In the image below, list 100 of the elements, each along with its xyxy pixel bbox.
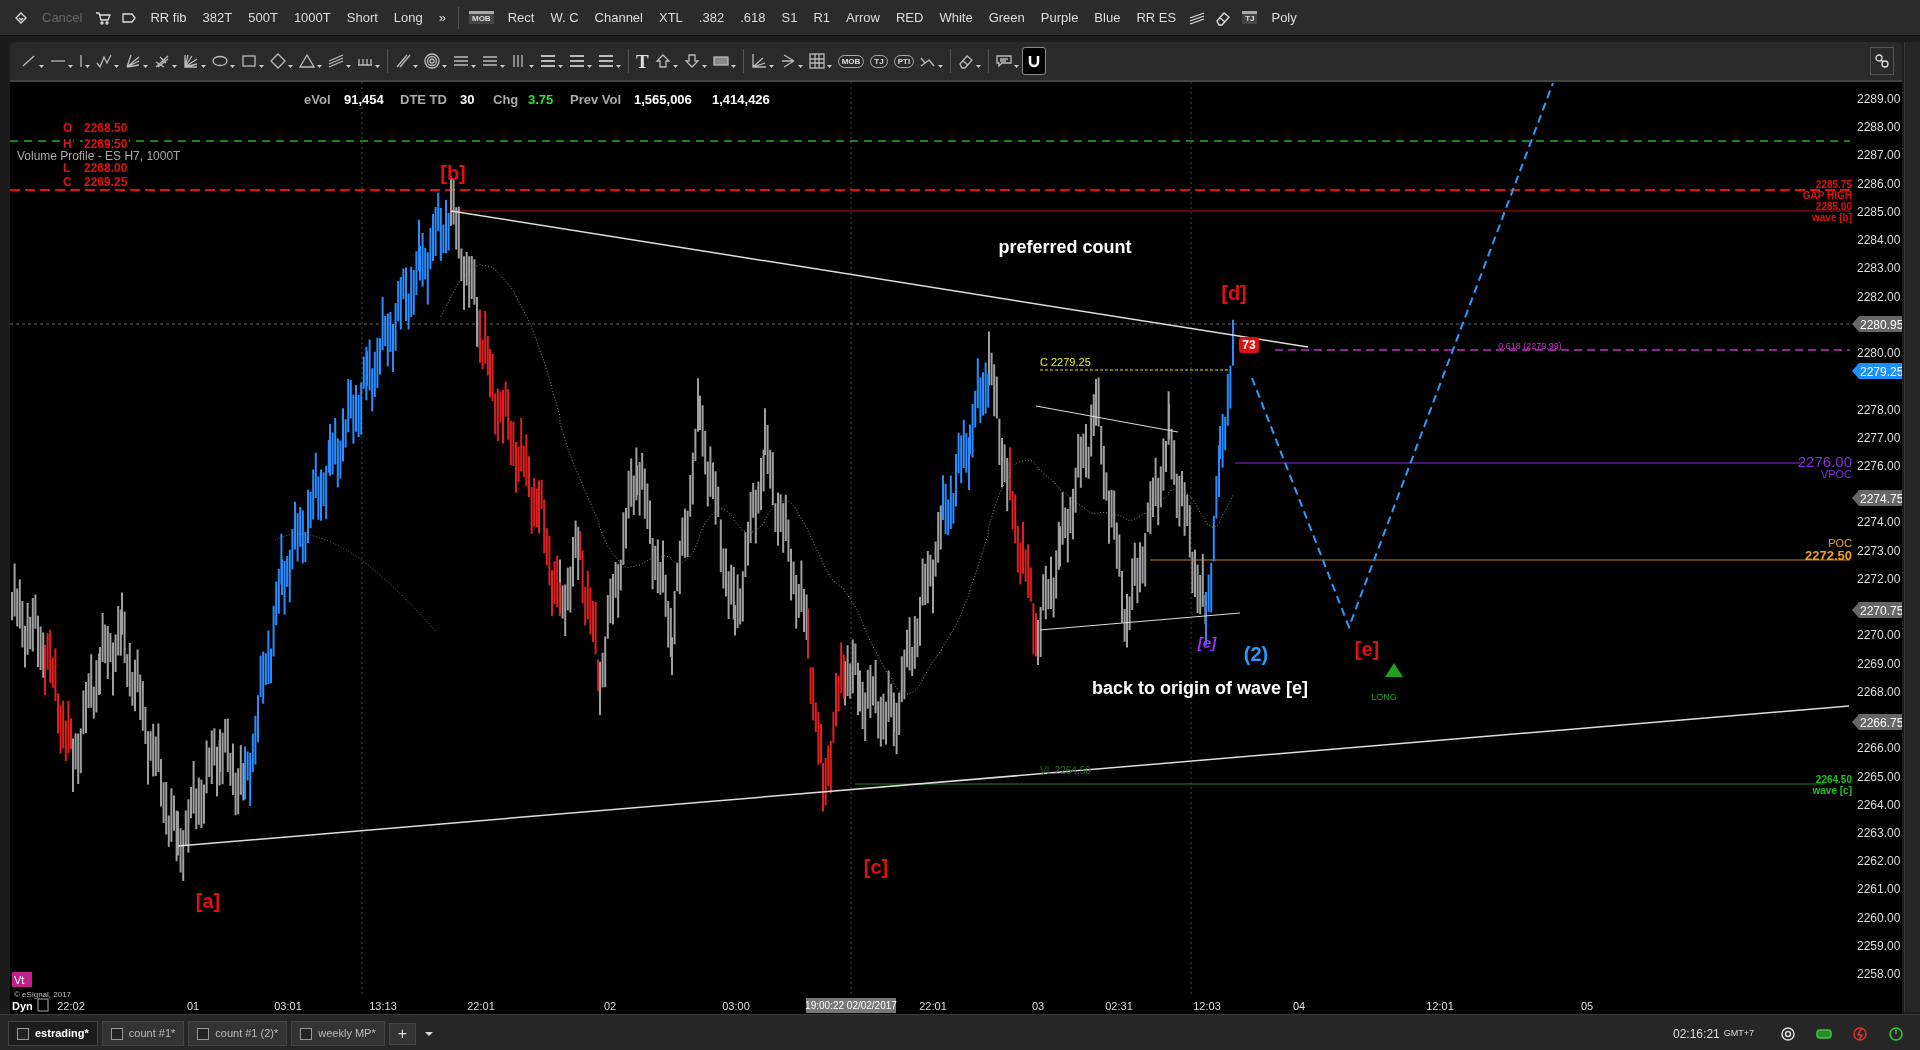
tab-checkbox[interactable]: [17, 1027, 29, 1040]
axis-label: 2258.00: [1857, 967, 1901, 982]
axis-label: 2282.00: [1857, 289, 1901, 304]
magnet-tool-button[interactable]: [1022, 47, 1047, 75]
triangle-marker: [1385, 663, 1403, 677]
chart-tab[interactable]: estrading*: [8, 1021, 98, 1046]
caret-icon: [1014, 65, 1020, 68]
toolbar-button[interactable]: Short: [338, 5, 386, 30]
level-label: wave [b]: [1812, 212, 1852, 223]
chart-tab[interactable]: count #1*: [101, 1021, 185, 1046]
info-text: 1,414,426: [712, 92, 770, 107]
chart-label: [c]: [863, 856, 889, 878]
cart-icon: [95, 9, 112, 26]
chain-button[interactable]: [1870, 47, 1894, 75]
chart-label: [e]: [1354, 638, 1380, 660]
caret-icon: [672, 65, 678, 68]
toolbar-button[interactable]: Arrow: [838, 5, 888, 30]
toolbar-button[interactable]: S1: [773, 5, 806, 30]
info-text: eVol: [304, 92, 331, 107]
caret-icon: [976, 65, 982, 68]
caret-icon: [797, 65, 803, 68]
axis-label: 2270.00: [1857, 628, 1901, 643]
axis-label: 2277.00: [1857, 430, 1901, 445]
toolbar-button[interactable]: Long: [385, 5, 431, 30]
toolbar-button[interactable]: Rect: [499, 5, 543, 30]
level-label: 2285.00: [1815, 201, 1852, 212]
axis-label: 12:01: [1426, 1000, 1454, 1012]
caret-icon: [442, 65, 447, 68]
axis-label: 22:02: [57, 1000, 85, 1012]
level-label: POC: [1828, 537, 1852, 549]
toolbar-button[interactable]: .618: [732, 5, 774, 30]
price-tag: 2274.75: [1852, 490, 1902, 506]
tab-checkbox[interactable]: [300, 1027, 313, 1040]
ohlc-label: L: [63, 161, 71, 175]
toolbar-button[interactable]: Purple: [1032, 5, 1087, 30]
tab-checkbox[interactable]: [110, 1027, 123, 1040]
chart-tab[interactable]: weekly MP*: [291, 1021, 385, 1046]
axis-label: 22:01: [467, 1000, 495, 1012]
count-badge: 73: [1239, 337, 1259, 353]
axis-label: 2276.00: [1857, 459, 1901, 473]
toolbar-button[interactable]: White: [931, 5, 981, 30]
tab-label: count #1 (2)*: [215, 1026, 279, 1042]
axis-label: 02: [603, 1000, 617, 1012]
target-icon: [424, 53, 440, 69]
axis-label: 2266.00: [1857, 741, 1901, 756]
support-icon: [1780, 1025, 1796, 1042]
axis-label: 2285.00: [1857, 204, 1901, 219]
axis-label: 2268.00: [1857, 684, 1901, 699]
caret-icon: [471, 65, 476, 68]
level-label: 2272.50: [1805, 548, 1852, 563]
bars-icon: [598, 53, 614, 69]
toolbar-button[interactable]: RR fib: [142, 5, 195, 30]
tab-checkbox[interactable]: [197, 1027, 210, 1040]
chart-label: [b]: [440, 162, 466, 184]
tab-label: estrading*: [35, 1026, 89, 1042]
toolbar-button[interactable]: W. C: [542, 5, 587, 30]
text-tool-button[interactable]: T: [633, 47, 652, 75]
toolbar-button[interactable]: Channel: [586, 5, 651, 30]
toolbar-button[interactable]: RED: [887, 5, 932, 30]
gann-fan-icon: [183, 53, 199, 69]
toolbar-button[interactable]: R1: [805, 5, 838, 30]
toolbar-button[interactable]: 382T: [194, 5, 241, 30]
scrollbar[interactable]: [1904, 42, 1920, 1012]
toolbar-button[interactable]: 500T: [240, 5, 286, 30]
chart-note: preferred count: [998, 237, 1132, 257]
level-label: 2264.50: [1815, 774, 1852, 785]
chart-note: back to origin of wave [e]: [1092, 678, 1308, 698]
tool-button[interactable]: TJ: [867, 47, 891, 75]
ohlc-label: C: [63, 175, 72, 189]
toolbar-button[interactable]: XTL: [651, 5, 691, 30]
line-icon: [21, 53, 37, 69]
caret-icon: [425, 1031, 434, 1036]
toolbar-button[interactable]: TJ: [1242, 11, 1258, 24]
toolbar-button[interactable]: »: [430, 5, 454, 30]
toolbar-button[interactable]: Blue: [1086, 5, 1129, 30]
toolbar-button[interactable]: 1000T: [285, 5, 339, 30]
toolbar-button[interactable]: RR ES: [1128, 5, 1185, 30]
axis-label: 2287.00: [1857, 148, 1901, 163]
caret-icon: [558, 65, 563, 68]
clock-zone: GMT+7: [1723, 1026, 1754, 1040]
tool-button[interactable]: MOB: [834, 47, 868, 75]
tool-button[interactable]: PTI: [890, 47, 918, 75]
eraser-icon: [958, 53, 975, 69]
caret-icon: [587, 65, 592, 68]
toolbar-button[interactable]: .382: [690, 5, 733, 30]
chart-tab[interactable]: count #1 (2)*: [188, 1021, 288, 1046]
toolbar-button[interactable]: MOB: [469, 11, 494, 24]
pitchfork-icon: [154, 53, 170, 69]
axis-label: 04: [1292, 1000, 1306, 1012]
chart-label: [a]: [195, 890, 221, 912]
toolbar-button[interactable]: Poly: [1263, 5, 1305, 30]
axis-label: 2273.00: [1857, 543, 1901, 558]
axis-label: 2262.00: [1857, 854, 1901, 869]
chain-icon: [1874, 53, 1890, 69]
arrow-up-icon: [654, 53, 671, 69]
add-tab-button[interactable]: +: [388, 1022, 417, 1045]
caret-icon: [701, 65, 707, 68]
badge-text: Vt: [14, 974, 25, 986]
axis-label: 2259.00: [1857, 938, 1901, 953]
toolbar-button[interactable]: Green: [980, 5, 1033, 30]
